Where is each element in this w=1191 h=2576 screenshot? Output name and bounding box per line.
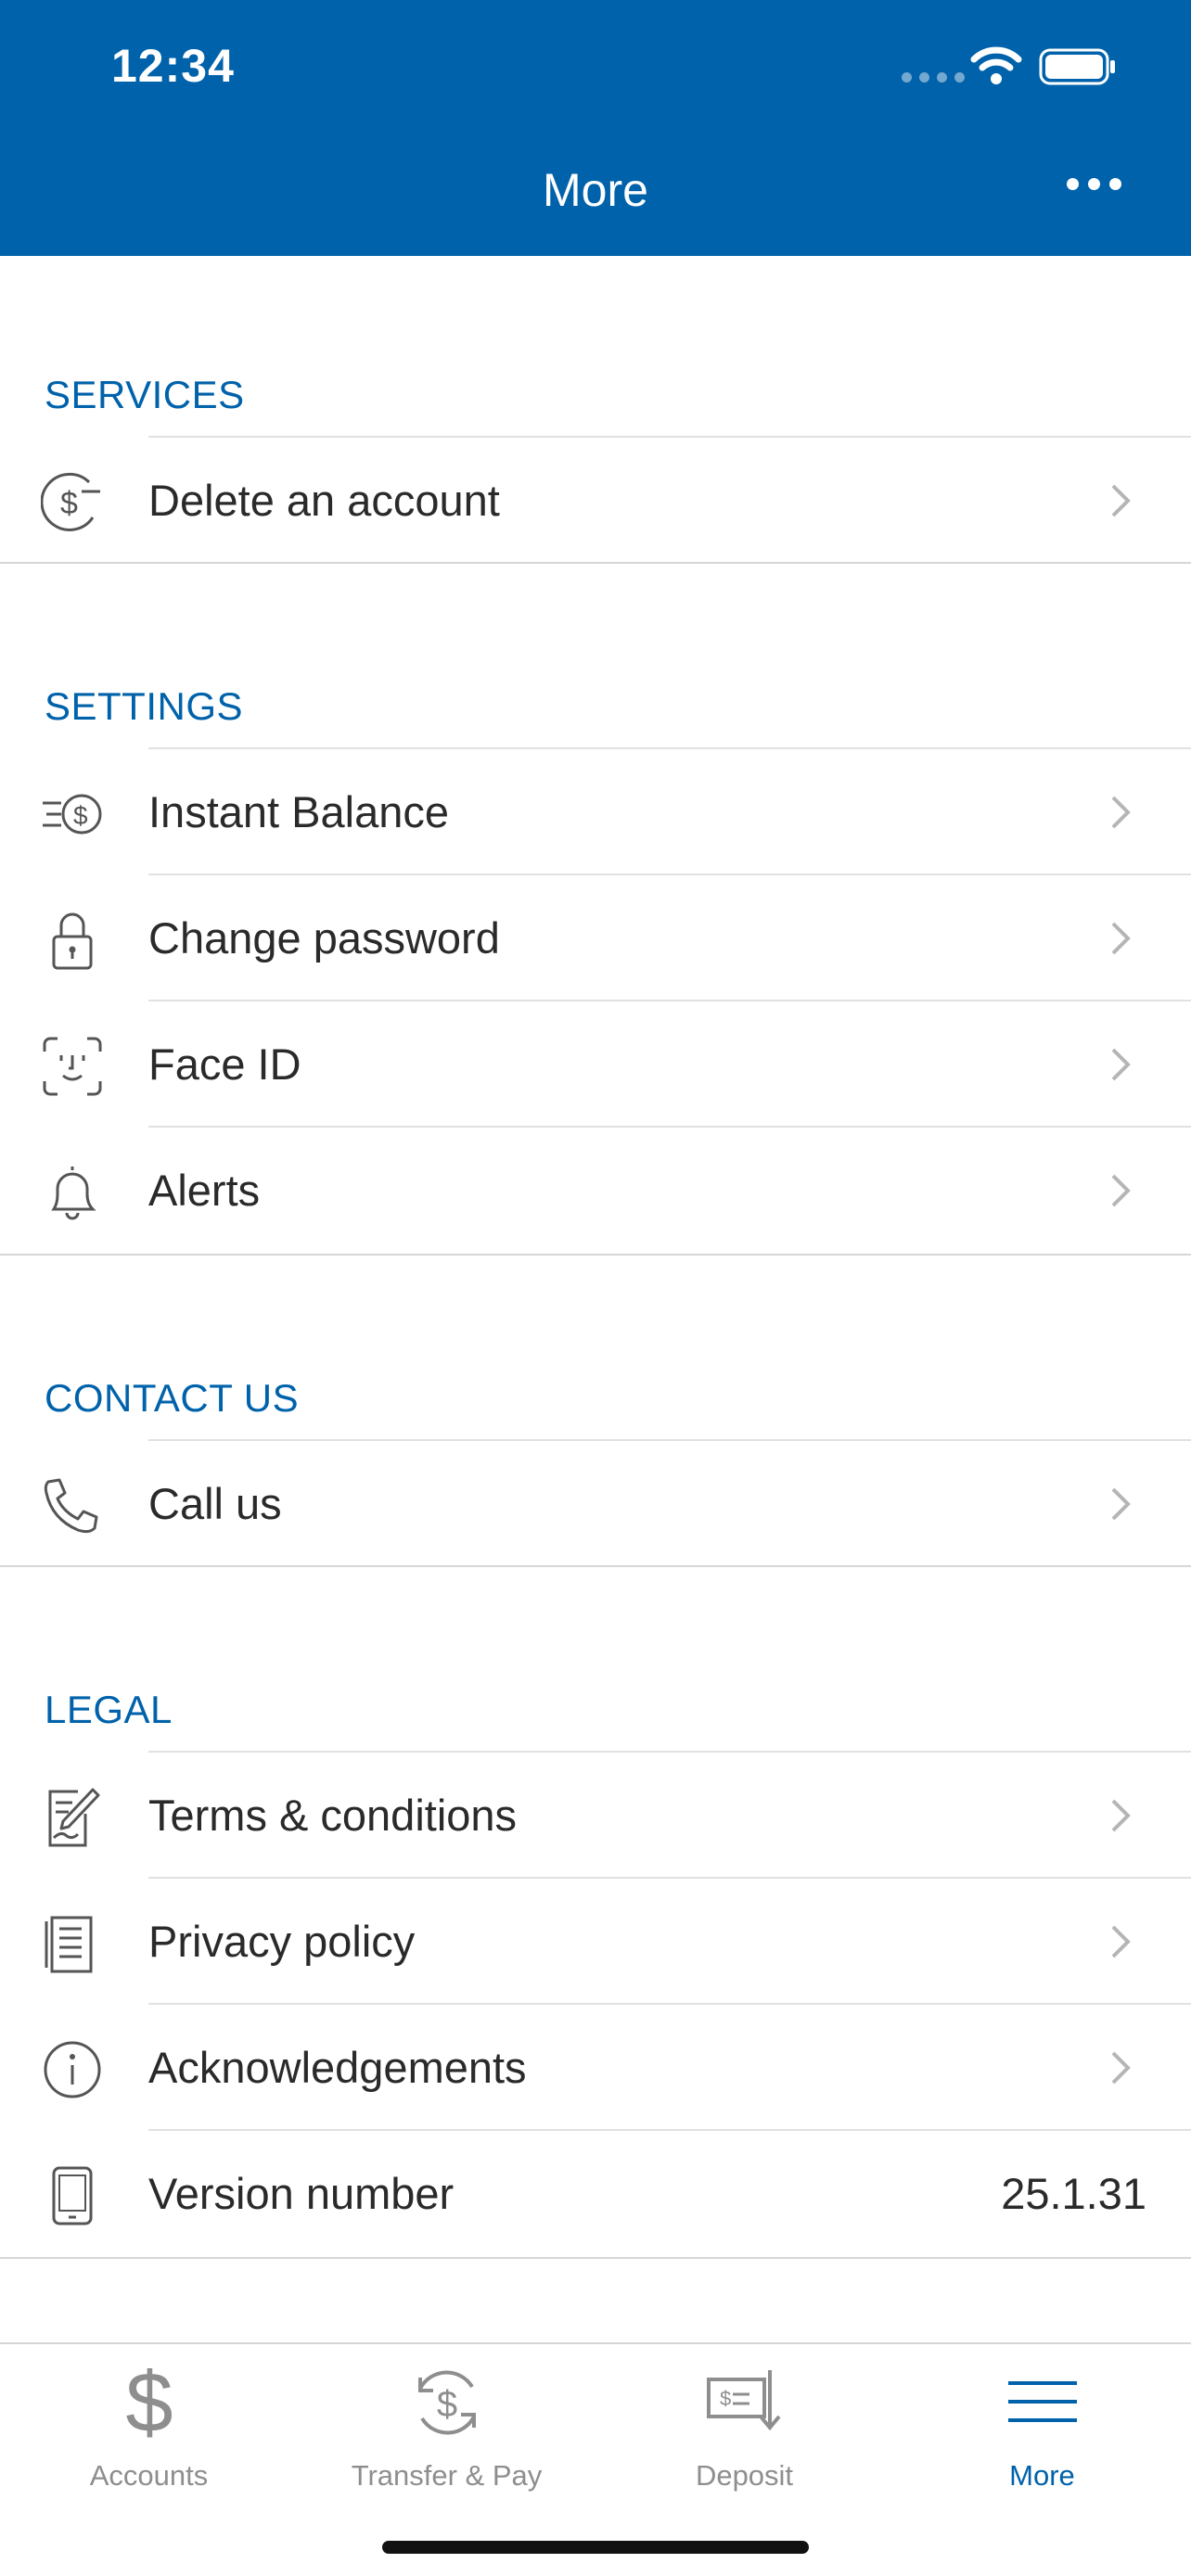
svg-text:$: $ [60, 486, 78, 521]
chevron-right-icon [1111, 1174, 1131, 1207]
wifi-icon [970, 46, 1022, 84]
svg-text:$: $ [73, 801, 88, 830]
dollar-icon: $ [125, 2361, 173, 2444]
status-time: 12:34 [111, 40, 235, 92]
divider [0, 562, 1191, 564]
row-label: Delete an account [148, 476, 500, 525]
phone-device-icon [52, 2166, 93, 2225]
row-label: Face ID [148, 1039, 301, 1089]
dollar-circle-minus-icon: $ [41, 472, 100, 531]
tab-label: Deposit [695, 2459, 794, 2492]
face-id-icon [43, 1037, 102, 1096]
row-face-id[interactable]: Face ID [0, 1001, 1191, 1128]
section-header-contact: CONTACT US [45, 1376, 300, 1420]
tab-accounts[interactable]: $ Accounts [0, 2344, 298, 2493]
svg-text:$: $ [720, 2387, 731, 2410]
fast-dollar-icon: $ [43, 794, 102, 835]
row-label: Change password [148, 913, 500, 963]
chevron-right-icon [1111, 796, 1131, 829]
section-header-settings: SETTINGS [45, 684, 244, 728]
section-header-legal: LEGAL [45, 1688, 173, 1731]
chevron-right-icon [1111, 2051, 1131, 2085]
document-pencil-icon [48, 1788, 100, 1847]
tab-more[interactable]: More [893, 2344, 1191, 2493]
row-privacy-policy[interactable]: Privacy policy [0, 1879, 1191, 2005]
section-header-services: SERVICES [45, 373, 245, 416]
row-terms-conditions[interactable]: Terms & conditions [0, 1753, 1191, 1879]
chevron-right-icon [1111, 1925, 1131, 1958]
more-options-button[interactable] [1067, 178, 1121, 190]
tab-deposit[interactable]: $ Deposit [596, 2344, 893, 2493]
home-indicator [382, 2541, 809, 2554]
row-label: Alerts [148, 1166, 261, 1215]
row-label: Version number [148, 2169, 455, 2218]
transfer-icon: $ [417, 2370, 476, 2435]
row-label: Call us [148, 1479, 282, 1528]
row-label: Privacy policy [148, 1917, 416, 1966]
row-alerts[interactable]: Alerts [0, 1128, 1191, 1254]
row-instant-balance[interactable]: $ Instant Balance [0, 749, 1191, 875]
top-bar: 12:34 More [0, 0, 1191, 256]
tab-label: Accounts [89, 2459, 209, 2492]
phone-icon [44, 1478, 98, 1534]
row-label: Acknowledgements [148, 2043, 527, 2092]
document-icon [45, 1916, 93, 1973]
divider [0, 1565, 1191, 1567]
svg-text:$: $ [125, 2361, 173, 2444]
svg-text:$: $ [436, 2384, 456, 2425]
version-value: 25.1.31 [1001, 2169, 1146, 2218]
row-delete-account[interactable]: $ Delete an account [0, 438, 1191, 564]
chevron-right-icon [1111, 1799, 1131, 1832]
row-label: Instant Balance [148, 787, 449, 836]
row-call-us[interactable]: Call us [0, 1441, 1191, 1567]
tab-label: More [1009, 2459, 1075, 2492]
bell-icon [51, 1167, 96, 1220]
row-label: Terms & conditions [148, 1791, 518, 1840]
battery-icon [1039, 48, 1115, 85]
chevron-right-icon [1111, 1487, 1131, 1521]
row-change-password[interactable]: Change password [0, 875, 1191, 1001]
divider [0, 1254, 1191, 1256]
row-version-number: Version number 25.1.31 [0, 2131, 1191, 2257]
row-acknowledgements[interactable]: Acknowledgements [0, 2005, 1191, 2131]
tab-transfer-pay[interactable]: $ Transfer & Pay [298, 2344, 596, 2493]
tab-label: Transfer & Pay [351, 2459, 543, 2492]
divider [0, 2257, 1191, 2259]
chevron-right-icon [1111, 1048, 1131, 1081]
info-icon [44, 2041, 101, 2098]
menu-icon [1007, 2381, 1077, 2422]
page-title: More [543, 164, 648, 216]
chevron-right-icon [1111, 922, 1131, 955]
cellular-signal-icon [902, 72, 965, 83]
check-deposit-icon: $ [706, 2370, 781, 2431]
lock-icon [52, 912, 93, 970]
chevron-right-icon [1111, 484, 1131, 517]
